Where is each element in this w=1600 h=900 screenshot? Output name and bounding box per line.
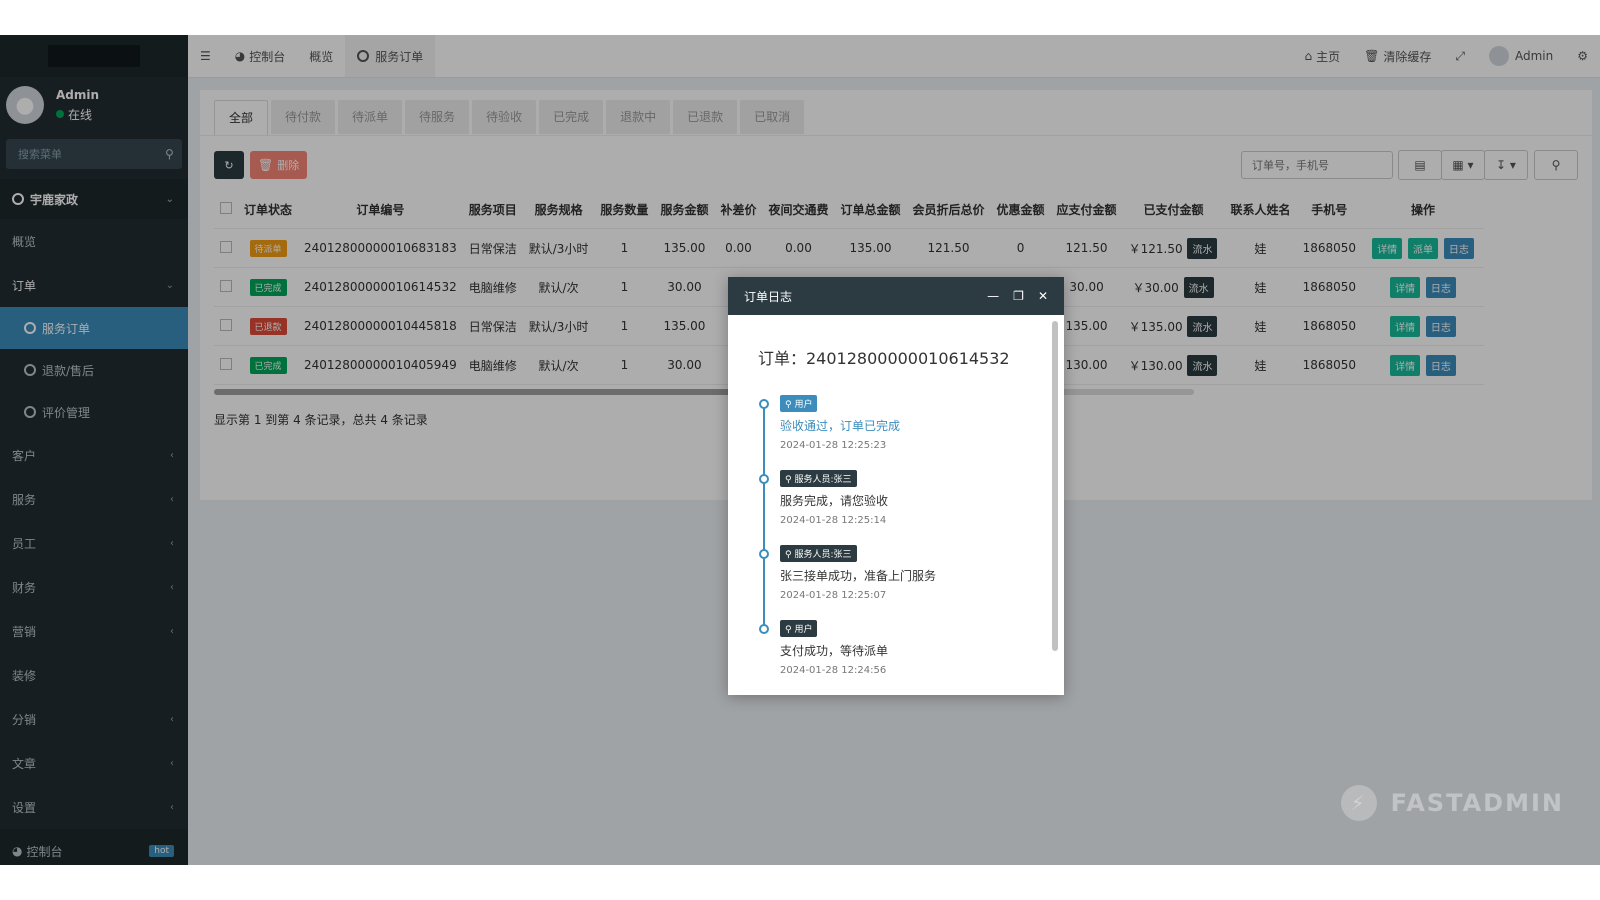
log-entry: ⚲ 用户 验收通过，订单已完成 2024-01-28 12:25:23 xyxy=(759,395,1034,470)
actor-tag: ⚲ 用户 xyxy=(780,395,818,412)
log-text: 张三接单成功，准备上门服务 xyxy=(780,569,937,583)
log-time: 2024-01-28 12:25:14 xyxy=(780,515,887,526)
log-entry: ⚲ 用户 支付成功，等待派单 2024-01-28 12:24:56 xyxy=(759,620,1034,695)
order-log-modal: 订单日志 — ❐ ✕ 订单：24012800000010614532 ⚲ 用户 … xyxy=(728,277,1064,695)
modal-title: 订单日志 xyxy=(744,289,793,304)
log-time: 2024-01-28 12:25:07 xyxy=(780,590,887,601)
timeline-dot xyxy=(759,474,769,484)
timeline-dot xyxy=(759,399,769,409)
lightning-icon: ⚡ xyxy=(1340,785,1377,821)
log-time: 2024-01-28 12:25:23 xyxy=(780,440,887,451)
log-text: 服务完成，请您验收 xyxy=(780,494,889,508)
timeline-dot xyxy=(759,549,769,559)
modal-scrollbar[interactable] xyxy=(1052,321,1058,651)
close-icon[interactable]: ✕ xyxy=(1038,289,1048,303)
watermark: ⚡ FASTADMIN xyxy=(1340,785,1564,821)
log-text: 支付成功，等待派单 xyxy=(780,644,889,658)
timeline-dot xyxy=(759,624,769,634)
actor-tag: ⚲ 服务人员:张三 xyxy=(780,470,857,487)
log-text: 验收通过，订单已完成 xyxy=(780,419,901,433)
minimize-icon[interactable]: — xyxy=(987,289,999,303)
actor-tag: ⚲ 用户 xyxy=(780,620,818,637)
log-entry: ⚲ 服务人员:张三 服务完成，请您验收 2024-01-28 12:25:14 xyxy=(759,470,1034,545)
actor-tag: ⚲ 服务人员:张三 xyxy=(780,545,857,562)
log-entry: ⚲ 服务人员:张三 张三接单成功，准备上门服务 2024-01-28 12:25… xyxy=(759,545,1034,620)
maximize-icon[interactable]: ❐ xyxy=(1013,289,1024,303)
log-timeline: ⚲ 用户 验收通过，订单已完成 2024-01-28 12:25:23 ⚲ 服务… xyxy=(758,395,1034,695)
log-time: 2024-01-28 12:24:56 xyxy=(780,665,887,676)
timeline-line xyxy=(763,401,765,627)
modal-body: 订单：24012800000010614532 ⚲ 用户 验收通过，订单已完成 … xyxy=(728,315,1064,695)
log-order-title: 订单：24012800000010614532 xyxy=(758,349,1010,368)
admin-app: ● Admin 在线 ⚲ 宇鹿家政⌄ 概览 订单⌄ 服务订单 退款/售后 评价管… xyxy=(0,35,1600,865)
modal-header: 订单日志 — ❐ ✕ xyxy=(728,277,1064,315)
